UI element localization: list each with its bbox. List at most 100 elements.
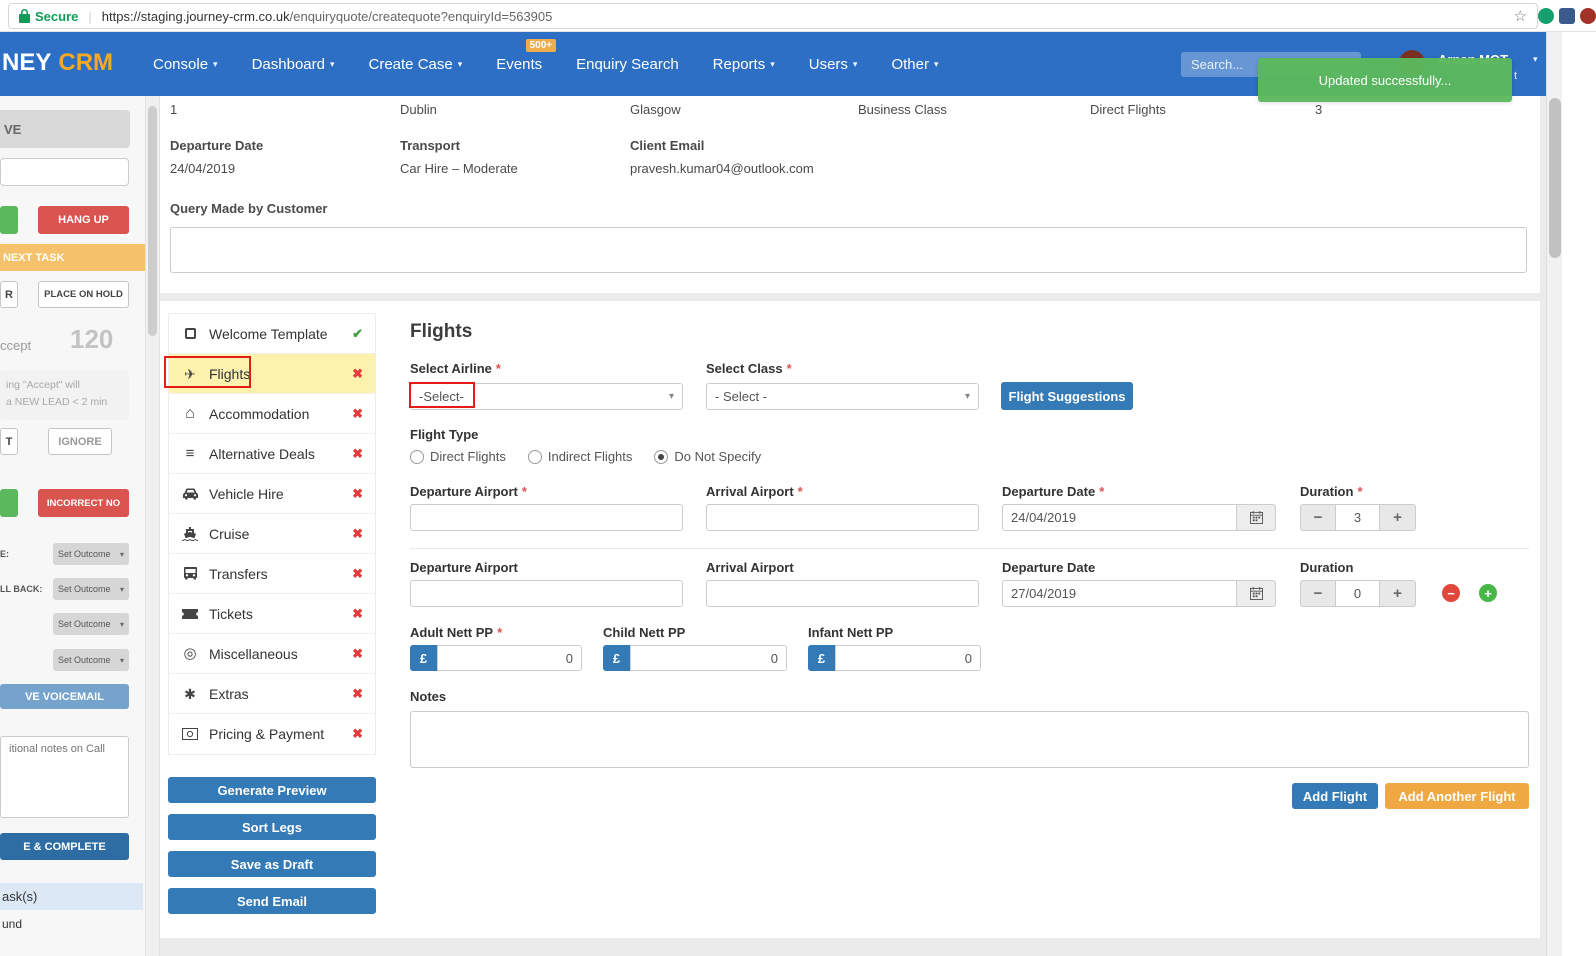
summary-value: Direct Flights	[1090, 102, 1166, 117]
departure-date-input[interactable]	[1002, 580, 1237, 607]
duration-value[interactable]	[1336, 580, 1380, 607]
calendar-icon[interactable]	[1237, 580, 1276, 607]
radio-icon	[410, 449, 424, 464]
flight-notes-textarea[interactable]	[410, 711, 1529, 768]
hold-button-fragment[interactable]: R	[0, 281, 18, 308]
ignore-button[interactable]: IGNORE	[48, 428, 112, 455]
chevron-down-icon: ▾	[119, 655, 124, 665]
radio-do-not-specify[interactable]: Do Not Specify	[654, 449, 761, 464]
call-notes-textarea[interactable]	[0, 736, 129, 818]
generate-preview-button[interactable]: Generate Preview	[168, 777, 376, 803]
app-logo[interactable]: NEY CRM	[2, 49, 113, 77]
arrival-airport-input[interactable]	[706, 580, 979, 607]
incorrect-no-button[interactable]: INCORRECT NO	[38, 489, 129, 517]
radio-direct-flights[interactable]: Direct Flights	[410, 449, 506, 464]
tab-pricing-payment[interactable]: Pricing & Payment ✖	[169, 714, 375, 754]
extension-icon-green[interactable]	[1538, 8, 1554, 24]
chevron-down-icon[interactable]: ▾	[1533, 54, 1538, 65]
target-icon: ◎	[183, 645, 197, 662]
address-bar[interactable]: Secure | https://staging.journey-crm.co.…	[8, 3, 1538, 29]
page-scrollbar-thumb[interactable]	[1549, 98, 1561, 258]
arrival-airport-input[interactable]	[706, 504, 979, 531]
complete-button[interactable]: E & COMPLETE	[0, 833, 129, 860]
outcome-row: E: Set Outcome ▾	[0, 543, 129, 565]
outcome-row: Set Outcome ▾	[0, 649, 129, 671]
tab-vehicle-hire[interactable]: Vehicle Hire ✖	[169, 474, 375, 514]
radio-label: Do Not Specify	[674, 449, 762, 464]
tab-flights[interactable]: ✈ Flights ✖	[169, 354, 375, 394]
nav-reports[interactable]: Reports ▾	[713, 56, 775, 73]
infant-nett-input[interactable]	[835, 645, 981, 671]
departure-airport-input[interactable]	[410, 504, 683, 531]
duration-increment-button[interactable]: +	[1380, 580, 1416, 607]
answer-button-fragment[interactable]	[0, 206, 18, 234]
set-outcome-select[interactable]: Set Outcome ▾	[53, 578, 129, 600]
send-email-button[interactable]: Send Email	[168, 888, 376, 914]
chevron-down-icon: ▾	[119, 584, 124, 594]
duration-decrement-button[interactable]: −	[1300, 580, 1336, 607]
class-select[interactable]: - Select - ▾	[706, 383, 979, 410]
child-nett-input[interactable]	[630, 645, 787, 671]
set-outcome-select[interactable]: Set Outcome ▾	[53, 613, 129, 635]
tab-alternative-deals[interactable]: ≡ Alternative Deals ✖	[169, 434, 375, 474]
tab-cruise[interactable]: Cruise ✖	[169, 514, 375, 554]
payment-icon	[181, 728, 199, 740]
events-badge: 500+	[525, 38, 557, 52]
tasks-band: ask(s)	[0, 883, 143, 910]
duration-increment-button[interactable]: +	[1380, 504, 1416, 531]
add-leg-button[interactable]: +	[1479, 584, 1497, 602]
next-task-banner: NEXT TASK	[0, 244, 145, 271]
summary-value: 3	[1315, 102, 1323, 117]
airline-select[interactable]: -Select- ▾	[410, 383, 683, 410]
save-as-draft-button[interactable]: Save as Draft	[168, 851, 376, 877]
tab-extras[interactable]: ✱ Extras ✖	[169, 674, 375, 714]
flight-suggestions-button[interactable]: Flight Suggestions	[1001, 382, 1133, 410]
sidebar-phone-input[interactable]	[0, 158, 129, 186]
nav-events[interactable]: 500+ Events	[496, 38, 557, 73]
adult-nett-input[interactable]	[437, 645, 582, 671]
sidebar-scrollbar[interactable]	[145, 96, 160, 956]
extension-icon-blue[interactable]	[1559, 8, 1575, 24]
sidebar-scrollbar-thumb[interactable]	[148, 106, 157, 336]
tab-welcome-template[interactable]: Welcome Template ✔	[169, 314, 375, 354]
checkbox-icon	[181, 328, 199, 339]
tab-accommodation[interactable]: ⌂ Accommodation ✖	[169, 394, 375, 434]
place-on-hold-button[interactable]: PLACE ON HOLD	[38, 281, 129, 308]
leave-voicemail-button[interactable]: VE VOICEMAIL	[0, 684, 129, 709]
remove-leg-button[interactable]: −	[1442, 584, 1460, 602]
radio-indirect-flights[interactable]: Indirect Flights	[527, 449, 632, 464]
query-textarea[interactable]	[170, 227, 1527, 273]
extension-icon-red[interactable]	[1580, 8, 1596, 24]
secure-label: Secure	[35, 8, 79, 24]
sort-legs-button[interactable]: Sort Legs	[168, 814, 376, 840]
departure-date-label: Departure Date *	[1002, 484, 1104, 499]
departure-airport-input[interactable]	[410, 580, 683, 607]
set-outcome-select[interactable]: Set Outcome ▾	[53, 543, 129, 565]
add-flight-button[interactable]: Add Flight	[1292, 783, 1378, 809]
hang-up-button[interactable]: HANG UP	[38, 206, 129, 234]
sidebar-tab-fragment[interactable]: VE	[0, 110, 130, 148]
departure-date-input[interactable]	[1002, 504, 1237, 531]
tab-miscellaneous[interactable]: ◎ Miscellaneous ✖	[169, 634, 375, 674]
bookmark-star-icon[interactable]: ☆	[1514, 7, 1527, 25]
calendar-icon[interactable]	[1237, 504, 1276, 531]
nav-users[interactable]: Users ▾	[809, 56, 858, 73]
accept-button-fragment[interactable]: T	[0, 428, 18, 455]
duration-value[interactable]	[1336, 504, 1380, 531]
tab-transfers[interactable]: Transfers ✖	[169, 554, 375, 594]
duration-decrement-button[interactable]: −	[1300, 504, 1336, 531]
add-another-flight-button[interactable]: Add Another Flight	[1385, 783, 1529, 809]
arrival-airport-label: Arrival Airport *	[706, 484, 803, 499]
set-outcome-select[interactable]: Set Outcome ▾	[53, 649, 129, 671]
nav-other[interactable]: Other ▾	[891, 56, 938, 73]
transport-value: Car Hire – Moderate	[400, 161, 518, 176]
nav-create-case[interactable]: Create Case ▾	[369, 56, 463, 73]
correct-no-button-fragment[interactable]	[0, 489, 18, 517]
nav-console-label: Console	[153, 55, 209, 73]
tab-tickets[interactable]: Tickets ✖	[169, 594, 375, 634]
nav-console[interactable]: Console ▾	[153, 56, 218, 73]
page-scrollbar[interactable]	[1546, 32, 1562, 956]
nav-enquiry-search[interactable]: Enquiry Search	[576, 56, 679, 73]
nav-dashboard[interactable]: Dashboard ▾	[252, 56, 335, 73]
cross-icon: ✖	[352, 525, 363, 541]
